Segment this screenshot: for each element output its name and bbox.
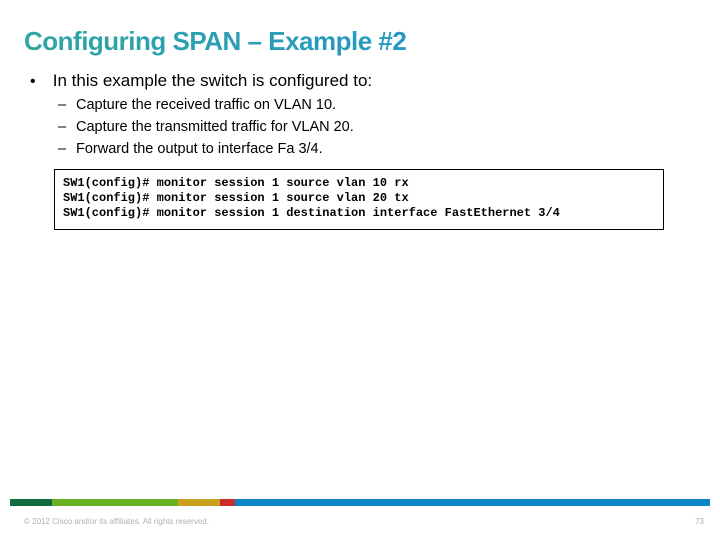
slide-title: Configuring SPAN – Example #2 bbox=[24, 26, 406, 57]
intro-bullet: In this example the switch is configured… bbox=[30, 71, 696, 157]
code-line-2: SW1(config)# monitor session 1 source vl… bbox=[63, 191, 409, 205]
sub-bullet-2-text: Capture the transmitted traffic for VLAN… bbox=[76, 119, 354, 135]
slide-body: In this example the switch is configured… bbox=[24, 71, 696, 230]
footer-color-bar bbox=[10, 499, 710, 506]
sub-bullet-2: Capture the transmitted traffic for VLAN… bbox=[58, 119, 696, 135]
sub-bullet-1-text: Capture the received traffic on VLAN 10. bbox=[76, 97, 336, 113]
sub-bullet-3-text: Forward the output to interface Fa 3/4. bbox=[76, 141, 323, 157]
bar-segment-darkgreen bbox=[10, 499, 52, 506]
sub-bullet-list: Capture the received traffic on VLAN 10.… bbox=[30, 97, 696, 157]
bar-segment-yellow bbox=[178, 499, 220, 506]
page-number: 73 bbox=[695, 517, 704, 526]
sub-bullet-3: Forward the output to interface Fa 3/4. bbox=[58, 141, 696, 157]
code-line-3: SW1(config)# monitor session 1 destinati… bbox=[63, 206, 560, 220]
intro-text: In this example the switch is configured… bbox=[53, 71, 372, 90]
copyright-text: © 2012 Cisco and/or its affiliates. All … bbox=[24, 517, 209, 526]
cli-code-block: SW1(config)# monitor session 1 source vl… bbox=[54, 169, 664, 230]
bar-segment-blue bbox=[235, 499, 710, 506]
bar-segment-green bbox=[52, 499, 178, 506]
top-bullet-list: In this example the switch is configured… bbox=[24, 71, 696, 157]
bar-segment-red bbox=[220, 499, 235, 506]
sub-bullet-1: Capture the received traffic on VLAN 10. bbox=[58, 97, 696, 113]
code-line-1: SW1(config)# monitor session 1 source vl… bbox=[63, 176, 409, 190]
slide: Configuring SPAN – Example #2 In this ex… bbox=[0, 0, 720, 540]
